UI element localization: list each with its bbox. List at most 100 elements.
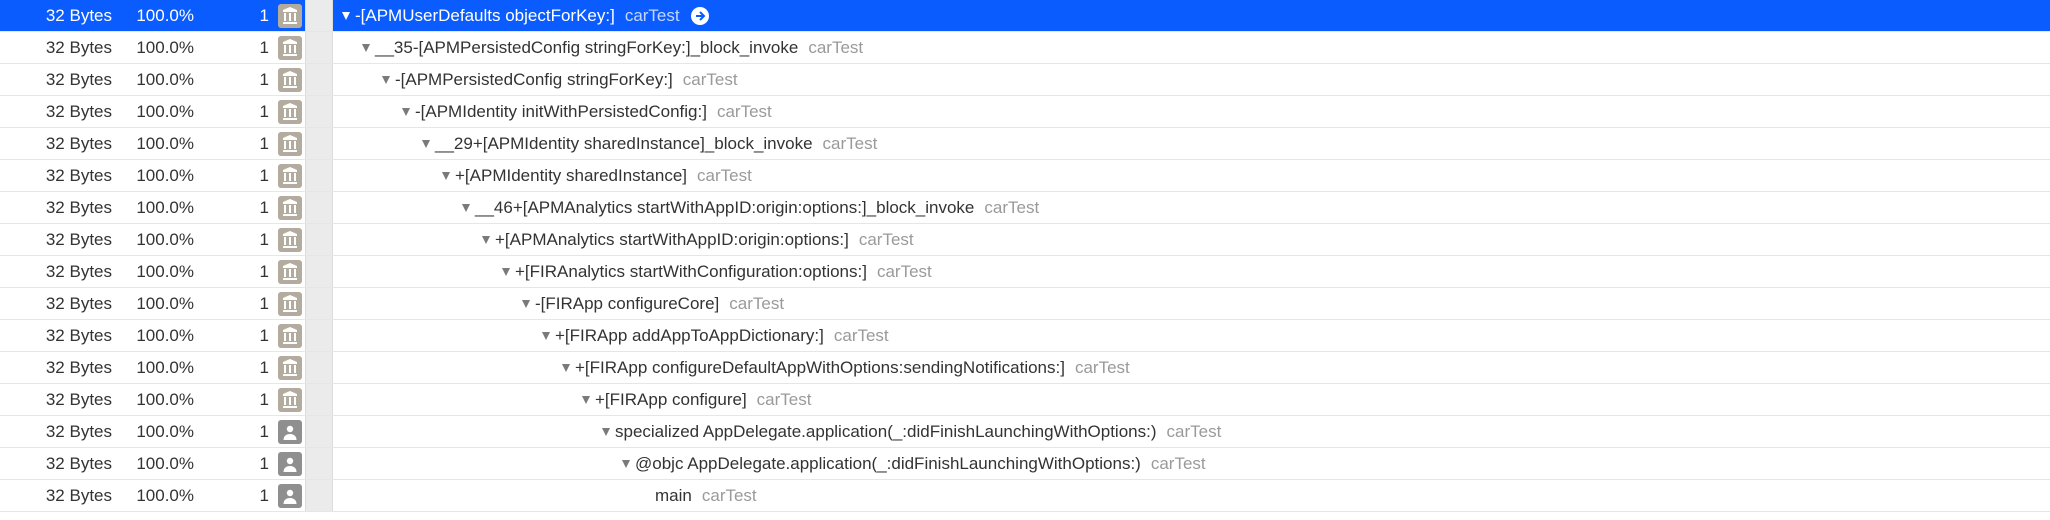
table-row[interactable]: 32 Bytes100.0%1+[FIRApp addAppToAppDicti… <box>0 320 2050 352</box>
symbol-cell[interactable]: __35-[APMPersistedConfig stringForKey:]_… <box>333 38 2050 58</box>
symbol-cell[interactable]: +[FIRApp configure]carTest <box>333 390 2050 410</box>
disclosure-triangle-icon[interactable] <box>539 329 553 343</box>
count-cell: 1 <box>200 198 275 218</box>
disclosure-triangle-icon[interactable] <box>559 361 573 375</box>
symbol-name: +[FIRApp configure] <box>595 390 747 410</box>
system-library-icon <box>278 36 302 60</box>
percent-cell: 100.0% <box>120 230 200 250</box>
focus-gutter[interactable] <box>305 480 333 511</box>
system-library-icon <box>278 68 302 92</box>
disclosure-triangle-icon[interactable] <box>499 265 513 279</box>
focus-gutter[interactable] <box>305 0 333 31</box>
percent-cell: 100.0% <box>120 294 200 314</box>
table-row[interactable]: 32 Bytes100.0%1__46+[APMAnalytics startW… <box>0 192 2050 224</box>
kind-cell <box>275 196 305 220</box>
symbol-cell[interactable]: +[APMAnalytics startWithAppID:origin:opt… <box>333 230 2050 250</box>
kind-cell <box>275 36 305 60</box>
disclosure-triangle-icon[interactable] <box>399 105 413 119</box>
disclosure-triangle-icon[interactable] <box>439 169 453 183</box>
count-cell: 1 <box>200 102 275 122</box>
count-cell: 1 <box>200 390 275 410</box>
table-row[interactable]: 32 Bytes100.0%1+[FIRApp configureDefault… <box>0 352 2050 384</box>
table-row[interactable]: 32 Bytes100.0%1-[FIRApp configureCore]ca… <box>0 288 2050 320</box>
disclosure-triangle-icon[interactable] <box>459 201 473 215</box>
system-library-icon <box>278 228 302 252</box>
symbol-cell[interactable]: __46+[APMAnalytics startWithAppID:origin… <box>333 198 2050 218</box>
library-name: carTest <box>984 198 1039 218</box>
focus-gutter[interactable] <box>305 96 333 127</box>
table-row[interactable]: 32 Bytes100.0%1specialized AppDelegate.a… <box>0 416 2050 448</box>
focus-gutter[interactable] <box>305 128 333 159</box>
focus-arrow-icon[interactable] <box>690 6 710 26</box>
bytes-cell: 32 Bytes <box>0 134 120 154</box>
percent-cell: 100.0% <box>120 486 200 506</box>
symbol-cell[interactable]: +[FIRAnalytics startWithConfiguration:op… <box>333 262 2050 282</box>
table-row[interactable]: 32 Bytes100.0%1maincarTest <box>0 480 2050 512</box>
disclosure-triangle-icon[interactable] <box>359 41 373 55</box>
focus-gutter[interactable] <box>305 352 333 383</box>
table-row[interactable]: 32 Bytes100.0%1+[FIRAnalytics startWithC… <box>0 256 2050 288</box>
percent-cell: 100.0% <box>120 454 200 474</box>
table-row[interactable]: 32 Bytes100.0%1-[APMPersistedConfig stri… <box>0 64 2050 96</box>
symbol-cell[interactable]: __29+[APMIdentity sharedInstance]_block_… <box>333 134 2050 154</box>
focus-gutter[interactable] <box>305 448 333 479</box>
library-name: carTest <box>683 70 738 90</box>
library-name: carTest <box>834 326 889 346</box>
symbol-cell[interactable]: @objc AppDelegate.application(_:didFinis… <box>333 454 2050 474</box>
table-row[interactable]: 32 Bytes100.0%1__29+[APMIdentity sharedI… <box>0 128 2050 160</box>
table-row[interactable]: 32 Bytes100.0%1-[APMIdentity initWithPer… <box>0 96 2050 128</box>
kind-cell <box>275 68 305 92</box>
disclosure-triangle-icon[interactable] <box>339 9 353 23</box>
symbol-cell[interactable]: +[FIRApp addAppToAppDictionary:]carTest <box>333 326 2050 346</box>
count-cell: 1 <box>200 262 275 282</box>
disclosure-triangle-icon[interactable] <box>479 233 493 247</box>
symbol-cell[interactable]: specialized AppDelegate.application(_:di… <box>333 422 2050 442</box>
symbol-name: main <box>655 486 692 506</box>
focus-gutter[interactable] <box>305 192 333 223</box>
bytes-cell: 32 Bytes <box>0 70 120 90</box>
library-name: carTest <box>1151 454 1206 474</box>
symbol-cell[interactable]: -[APMIdentity initWithPersistedConfig:]c… <box>333 102 2050 122</box>
percent-cell: 100.0% <box>120 166 200 186</box>
symbol-cell[interactable]: -[FIRApp configureCore]carTest <box>333 294 2050 314</box>
focus-gutter[interactable] <box>305 288 333 319</box>
percent-cell: 100.0% <box>120 38 200 58</box>
bytes-cell: 32 Bytes <box>0 326 120 346</box>
table-row[interactable]: 32 Bytes100.0%1-[APMUserDefaults objectF… <box>0 0 2050 32</box>
symbol-cell[interactable]: +[APMIdentity sharedInstance]carTest <box>333 166 2050 186</box>
system-library-icon <box>278 388 302 412</box>
symbol-name: +[FIRAnalytics startWithConfiguration:op… <box>515 262 867 282</box>
disclosure-triangle-icon[interactable] <box>619 457 633 471</box>
disclosure-triangle-icon[interactable] <box>579 393 593 407</box>
symbol-cell[interactable]: maincarTest <box>333 486 2050 506</box>
table-row[interactable]: 32 Bytes100.0%1+[APMIdentity sharedInsta… <box>0 160 2050 192</box>
bytes-cell: 32 Bytes <box>0 198 120 218</box>
disclosure-triangle-icon[interactable] <box>519 297 533 311</box>
count-cell: 1 <box>200 358 275 378</box>
focus-gutter[interactable] <box>305 416 333 447</box>
focus-gutter[interactable] <box>305 320 333 351</box>
focus-gutter[interactable] <box>305 256 333 287</box>
focus-gutter[interactable] <box>305 32 333 63</box>
symbol-cell[interactable]: +[FIRApp configureDefaultAppWithOptions:… <box>333 358 2050 378</box>
library-name: carTest <box>717 102 772 122</box>
symbol-cell[interactable]: -[APMUserDefaults objectForKey:]carTest <box>333 6 2050 26</box>
disclosure-triangle-icon[interactable] <box>419 137 433 151</box>
table-row[interactable]: 32 Bytes100.0%1+[FIRApp configure]carTes… <box>0 384 2050 416</box>
percent-cell: 100.0% <box>120 358 200 378</box>
library-name: carTest <box>625 6 680 26</box>
disclosure-triangle-icon[interactable] <box>599 425 613 439</box>
focus-gutter[interactable] <box>305 160 333 191</box>
focus-gutter[interactable] <box>305 224 333 255</box>
count-cell: 1 <box>200 454 275 474</box>
focus-gutter[interactable] <box>305 64 333 95</box>
table-row[interactable]: 32 Bytes100.0%1@objc AppDelegate.applica… <box>0 448 2050 480</box>
table-row[interactable]: 32 Bytes100.0%1+[APMAnalytics startWithA… <box>0 224 2050 256</box>
symbol-cell[interactable]: -[APMPersistedConfig stringForKey:]carTe… <box>333 70 2050 90</box>
focus-gutter[interactable] <box>305 384 333 415</box>
disclosure-triangle-icon[interactable] <box>379 73 393 87</box>
count-cell: 1 <box>200 134 275 154</box>
system-library-icon <box>278 356 302 380</box>
system-library-icon <box>278 100 302 124</box>
table-row[interactable]: 32 Bytes100.0%1__35-[APMPersistedConfig … <box>0 32 2050 64</box>
